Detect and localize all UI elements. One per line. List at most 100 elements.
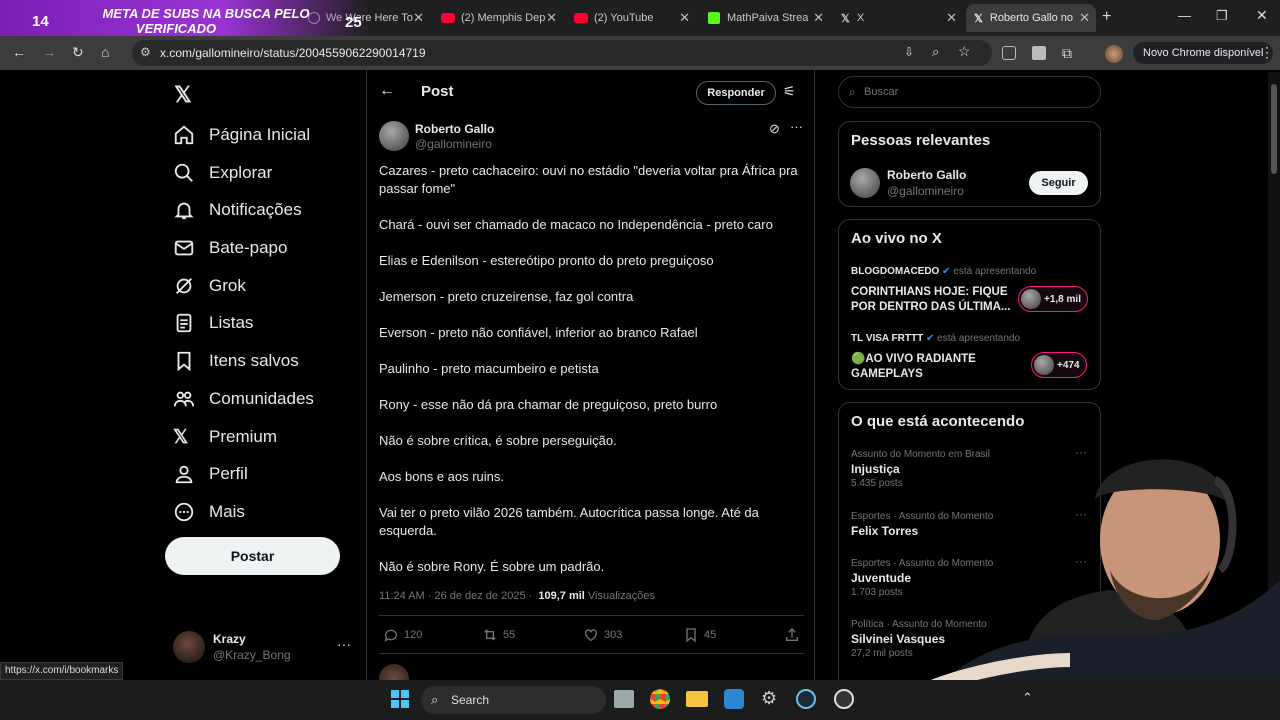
account-handle: @Krazy_Bong <box>213 648 291 662</box>
follow-button[interactable]: Seguir <box>1029 171 1088 195</box>
reply-action[interactable]: 120 <box>383 627 422 643</box>
tray-chevron-icon[interactable]: ⌃ <box>1022 690 1033 706</box>
reply-button[interactable]: Responder <box>696 81 776 105</box>
x-logo-icon[interactable]: 𝕏 <box>174 82 192 108</box>
tweet-text-line: Everson - preto não confiável, inferior … <box>379 325 698 340</box>
repost-action[interactable]: 55 <box>482 627 515 643</box>
page-title: Post <box>421 83 454 100</box>
chrome-icon[interactable] <box>650 689 670 709</box>
zoom-icon[interactable]: ⌕ <box>932 44 939 60</box>
sidebar-item-bookmarks[interactable]: Itens salvos <box>173 346 299 376</box>
chrome-menu-icon[interactable]: ⋮ <box>1260 44 1274 61</box>
sidebar-item-messages[interactable]: Bate-papo <box>173 233 287 263</box>
reload-button[interactable]: ↻ <box>72 44 84 61</box>
scrollbar-thumb[interactable] <box>1271 84 1277 174</box>
live-item-title[interactable]: 🟢AO VIVO RADIANTE GAMEPLAYS <box>851 352 1011 382</box>
account-switcher[interactable]: Krazy @Krazy_Bong ··· <box>173 631 353 665</box>
live-item-title[interactable]: CORINTHIANS HOJE: FIQUE POR DENTRO DAS Ú… <box>851 285 1011 315</box>
close-icon[interactable]: ✕ <box>813 10 824 26</box>
grok-icon[interactable]: ⊘ <box>769 121 780 137</box>
tweet-text-line: Vai ter o preto vilão 2026 também. Autoc… <box>379 505 759 538</box>
forward-button[interactable]: → <box>42 44 56 60</box>
tab-3[interactable]: (2) YouTube ✕ <box>566 4 696 32</box>
bookmark-star-icon[interactable]: ☆ <box>958 43 971 60</box>
maximize-button[interactable]: ❐ <box>1216 8 1228 24</box>
profile-avatar[interactable] <box>1105 45 1123 63</box>
site-info-icon[interactable]: ⚙ <box>140 45 151 59</box>
live-item[interactable]: BLOGDOMACEDO ✔ está apresentando <box>851 266 1091 277</box>
more-options-icon[interactable]: ··· <box>790 119 803 134</box>
sidebar-item-profile[interactable]: Perfil <box>173 459 248 489</box>
close-icon[interactable]: ✕ <box>946 10 957 26</box>
sidebar-item-lists[interactable]: Listas <box>173 308 253 338</box>
bookmark-action[interactable]: 45 <box>683 627 716 643</box>
search-icon <box>174 163 193 182</box>
close-icon[interactable]: ✕ <box>679 10 690 26</box>
search-input[interactable]: ⌕ Buscar <box>838 76 1101 108</box>
close-icon[interactable]: ✕ <box>1079 10 1090 26</box>
tweet-timestamp[interactable]: 11:24 AM · 26 de dez de 2025 · <box>379 590 532 602</box>
app-icon[interactable] <box>834 689 854 709</box>
home-button[interactable]: ⌂ <box>101 44 109 60</box>
tweet-views-count: 109,7 mil <box>538 590 585 602</box>
tab-2[interactable]: (2) Memphis Dep ✕ <box>433 4 563 32</box>
divider <box>379 615 804 616</box>
minimize-button[interactable]: — <box>1178 8 1191 23</box>
close-icon[interactable]: ✕ <box>546 10 557 26</box>
new-tab-button[interactable]: + <box>1102 8 1111 26</box>
task-view-icon[interactable] <box>614 690 634 708</box>
verified-icon: ✔ <box>942 266 951 277</box>
install-icon[interactable]: ⇩ <box>904 45 914 59</box>
post-button[interactable]: Postar <box>165 537 340 575</box>
card-title: Pessoas relevantes <box>851 132 991 149</box>
sidebar-item-more[interactable]: Mais <box>173 497 245 527</box>
more-icon <box>174 502 194 522</box>
tweet-handle[interactable]: @gallomineiro <box>415 137 492 151</box>
extension-icon[interactable] <box>1002 46 1016 60</box>
relevant-name[interactable]: Roberto Gallo <box>887 168 966 182</box>
like-action[interactable]: 303 <box>583 627 622 643</box>
tab-5[interactable]: 𝕏 X ✕ <box>833 4 963 32</box>
store-icon[interactable] <box>724 689 744 709</box>
avatar <box>1021 289 1041 309</box>
steam-icon[interactable] <box>796 689 816 709</box>
goal-target-count: 25 <box>345 14 362 31</box>
window-close-button[interactable]: ✕ <box>1256 7 1268 24</box>
sidebar-item-grok[interactable]: Grok <box>173 271 246 301</box>
live-item[interactable]: TL VISA FRTTT ✔ está apresentando <box>851 333 1091 344</box>
divider <box>379 653 804 654</box>
relevant-people-card: Pessoas relevantes Roberto Gallo @gallom… <box>838 121 1101 207</box>
avatar[interactable] <box>379 121 409 151</box>
sidebar-item-notifications[interactable]: Notificações <box>173 195 302 225</box>
file-explorer-icon[interactable] <box>686 691 708 707</box>
back-button[interactable]: ← <box>12 44 26 60</box>
share-action[interactable] <box>784 627 805 643</box>
relevant-handle[interactable]: @gallomineiro <box>887 184 964 198</box>
chrome-update-button[interactable]: Novo Chrome disponível <box>1133 42 1274 64</box>
sidebar-item-communities[interactable]: Comunidades <box>173 384 314 414</box>
sidebar-item-premium[interactable]: 𝕏 Premium <box>173 422 277 452</box>
bookmark-icon <box>177 351 191 372</box>
filter-icon[interactable]: ⚟ <box>783 83 796 100</box>
omnibox[interactable]: ⚙ x.com/gallomineiro/status/200455906229… <box>132 40 992 66</box>
url-text[interactable]: x.com/gallomineiro/status/20045590622900… <box>160 46 426 60</box>
close-icon[interactable]: ✕ <box>413 10 424 26</box>
avatar[interactable] <box>850 168 880 198</box>
back-arrow-icon[interactable]: ← <box>379 82 395 100</box>
settings-icon[interactable]: ⚙ <box>761 688 777 709</box>
tab-active[interactable]: 𝕏 Roberto Gallo no ✕ <box>966 4 1096 32</box>
tab-4[interactable]: MathPaiva Strea ✕ <box>700 4 830 32</box>
extension-icon[interactable] <box>1032 46 1046 60</box>
extensions-puzzle-icon[interactable]: ⧉ <box>1062 45 1072 62</box>
windows-start-icon[interactable] <box>391 690 409 708</box>
live-card: Ao vivo no X BLOGDOMACEDO ✔ está apresen… <box>838 219 1101 390</box>
status-url-tooltip: https://x.com/i/bookmarks <box>0 662 124 680</box>
live-listeners-pill[interactable]: +474 <box>1031 352 1087 378</box>
sidebar-item-home[interactable]: Página Inicial <box>173 120 310 150</box>
live-listeners-pill[interactable]: +1,8 mil <box>1018 286 1088 312</box>
taskbar-search-input[interactable]: ⌕ Search <box>421 686 606 714</box>
tweet-author[interactable]: Roberto Gallo <box>415 122 494 136</box>
more-options-icon[interactable]: ··· <box>337 636 351 652</box>
list-icon <box>176 313 192 333</box>
sidebar-item-explore[interactable]: Explorar <box>173 158 272 188</box>
